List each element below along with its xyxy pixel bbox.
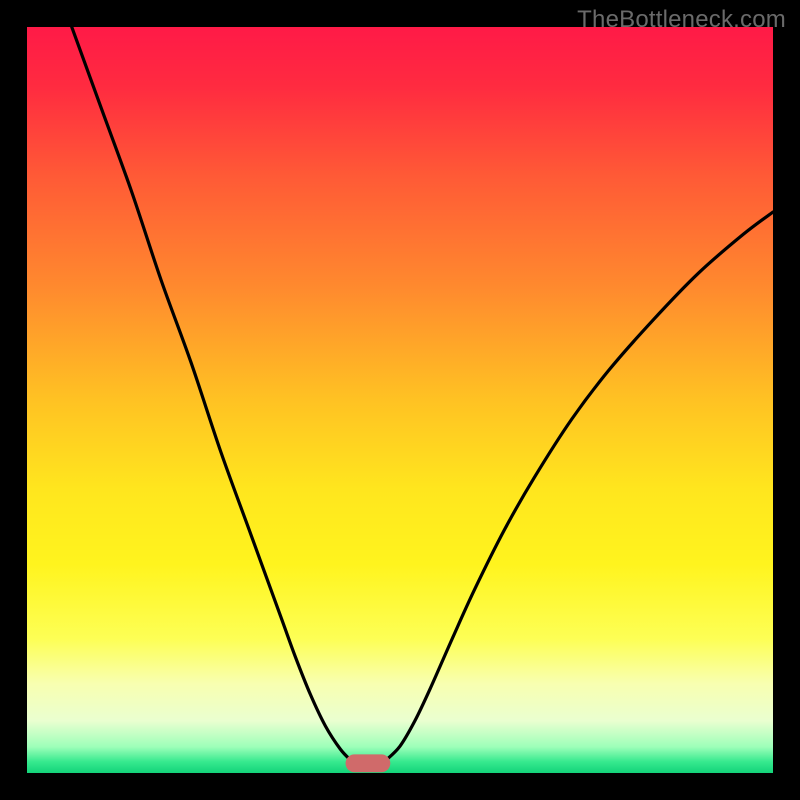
gradient-background [27, 27, 773, 773]
min-marker [346, 754, 391, 772]
watermark-text: TheBottleneck.com [577, 6, 786, 34]
bottleneck-chart [27, 27, 773, 773]
plot-frame [27, 27, 773, 773]
